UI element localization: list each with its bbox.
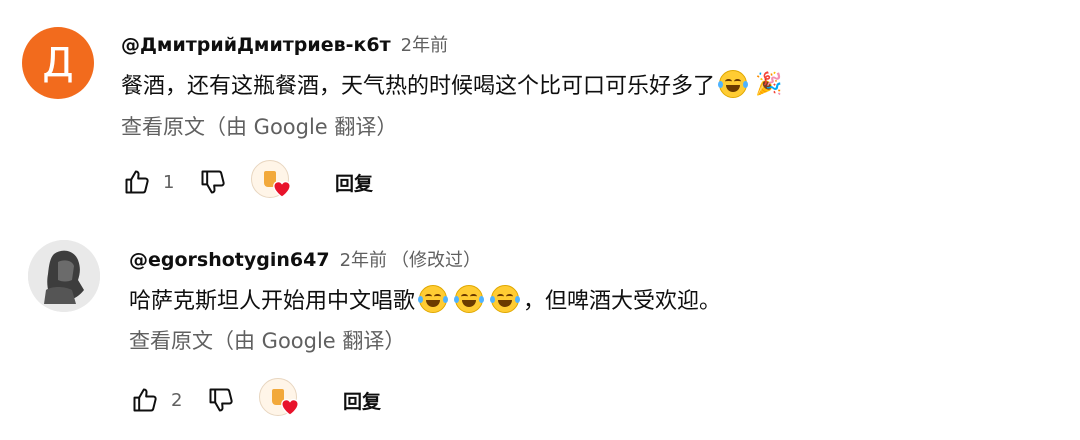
like-button[interactable] [129,382,161,418]
comment-text: 餐酒，还有这瓶餐酒，天气热的时候喝这个比可口可乐好多了 🎉 [121,68,782,100]
heart-icon [273,181,291,198]
thumbs-up-icon [125,170,149,194]
timestamp[interactable]: 2年前 [401,31,448,57]
face-with-tears-of-joy-icon [418,285,449,313]
comment-text: 哈萨克斯坦人开始用中文唱歌 ，但啤酒大受欢迎。 [129,283,721,315]
thumbs-down-icon [209,388,233,412]
comment-text-after: ，但啤酒大受欢迎。 [523,289,722,314]
avatar[interactable]: Д [22,27,94,99]
comment-actions: 1 回复 [121,160,373,204]
comment-2: @egorshotygin647 2年前 （修改过） 哈萨克斯坦人开始用中文唱歌… [0,220,1080,440]
knight-helmet-avatar-icon [28,240,100,312]
timestamp[interactable]: 2年前 [340,246,387,272]
comment-1: Д @ДмитрийДмитриев-к6т 2年前 餐酒，还有这瓶餐酒，天气热… [0,0,1080,215]
translate-toggle[interactable]: 查看原文（由 Google 翻译） [121,111,397,141]
like-count: 1 [163,171,175,193]
dislike-button[interactable] [197,164,229,200]
thumbs-up-icon [133,388,157,412]
reply-button[interactable]: 回复 [335,169,373,196]
thumbs-down-icon [201,170,225,194]
avatar[interactable] [28,240,100,312]
face-with-tears-of-joy-icon [454,285,485,313]
heart-icon [281,399,299,416]
party-popper-icon: 🎉 [755,71,783,97]
creator-heart-badge [259,378,303,422]
like-button[interactable] [121,164,153,200]
comment-text-content: 餐酒，还有这瓶餐酒，天气热的时候喝这个比可口可乐好多了 [121,74,716,99]
dislike-button[interactable] [205,382,237,418]
face-with-tears-of-joy-icon [490,285,521,313]
comment-actions: 2 回复 [129,378,381,422]
edited-label: （修改过） [391,250,482,271]
comment-header: @egorshotygin647 2年前 （修改过） [129,246,481,272]
translate-toggle[interactable]: 查看原文（由 Google 翻译） [129,325,405,355]
like-count: 2 [171,389,183,411]
author-name[interactable]: @ДмитрийДмитриев-к6т [121,34,391,56]
author-name[interactable]: @egorshotygin647 [129,249,330,271]
creator-heart-badge [251,160,295,204]
reply-button[interactable]: 回复 [343,387,381,414]
face-with-tears-of-joy-icon [718,70,749,98]
comment-header: @ДмитрийДмитриев-к6т 2年前 [121,31,448,57]
comment-text-before: 哈萨克斯坦人开始用中文唱歌 [129,289,416,314]
